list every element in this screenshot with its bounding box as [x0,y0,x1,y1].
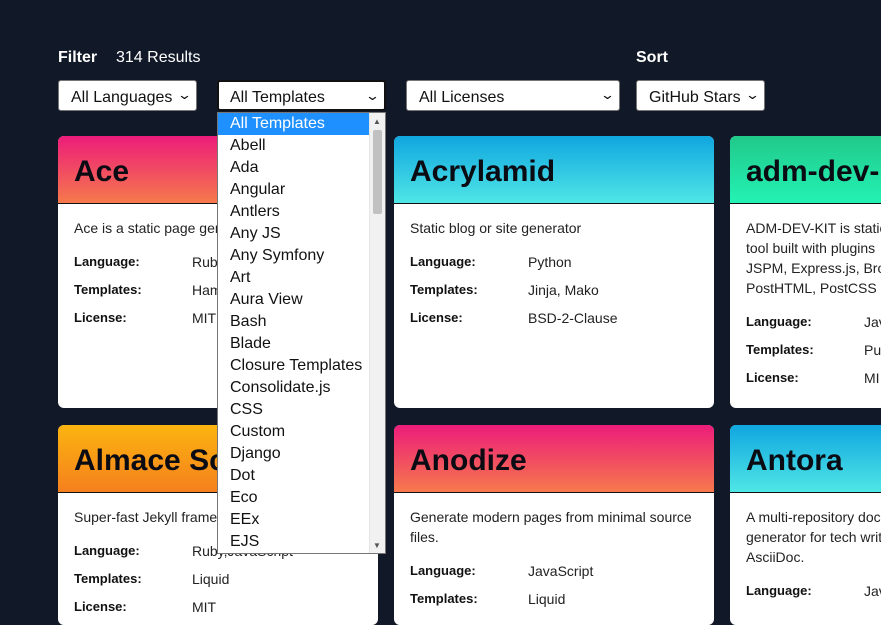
templates-label: Templates: [410,282,478,297]
language-label: Language: [74,543,140,558]
chevron-down-icon: ⌄ [364,88,381,103]
dropdown-option[interactable]: Eco [218,487,385,509]
card-antora[interactable]: Antora A multi-repository doc generator … [730,425,881,625]
chevron-down-icon: ⌄ [744,87,761,102]
sort-select[interactable]: GitHub Stars ⌄ [636,80,765,111]
chevron-down-icon: ⌄ [176,87,193,102]
scroll-down-icon[interactable]: ▼ [373,541,381,550]
license-label: License: [74,599,127,614]
licenses-select[interactable]: All Licenses ⌄ [406,80,620,111]
language-value: Rub [192,254,218,270]
license-value: BSD-2-Clause [528,310,618,326]
templates-value: Pu [864,342,881,358]
card-title: Anodize [394,425,714,493]
card-acrylamid[interactable]: Acrylamid Static blog or site generator … [394,136,714,408]
dropdown-option[interactable]: Abell [218,135,385,157]
dropdown-option[interactable]: Antlers [218,201,385,223]
license-value: MIT [192,310,217,326]
license-value: MI [864,370,880,386]
templates-label: Templates: [746,342,814,357]
card-anodize[interactable]: Anodize Generate modern pages from minim… [394,425,714,625]
dropdown-option[interactable]: Django [218,443,385,465]
templates-value: Jinja, Mako [528,282,599,298]
dropdown-option[interactable]: Closure Templates [218,355,385,377]
scrollbar-thumb[interactable] [373,130,382,214]
dropdown-scrollbar[interactable]: ▲ ▼ [369,113,385,553]
language-select[interactable]: All Languages ⌄ [58,80,197,111]
card-adm-dev-kit[interactable]: adm-dev- ADM-DEV-KIT is static tool buil… [730,136,881,408]
card-description: Static blog or site generator [410,220,582,236]
results-count: 314 Results [116,49,201,66]
sort-select-value: GitHub Stars [649,89,741,106]
dropdown-option[interactable]: CSS [218,399,385,421]
card-description: A multi-repository doc generator for tec… [746,509,881,565]
scroll-up-icon[interactable]: ▲ [373,117,381,126]
license-label: License: [746,370,799,385]
dropdown-option[interactable]: EJS [218,531,385,553]
language-label: Language: [746,583,812,598]
license-value: MIT [192,599,217,615]
dropdown-option[interactable]: Angular [218,179,385,201]
card-title: adm-dev- [730,136,881,204]
dropdown-option[interactable]: EEx [218,509,385,531]
card-title: Acrylamid [394,136,714,204]
language-value: JavaScript [528,563,594,579]
language-select-value: All Languages [71,89,173,106]
dropdown-option[interactable]: All Templates [218,113,385,135]
dropdown-option[interactable]: Custom [218,421,385,443]
dropdown-option[interactable]: Ada [218,157,385,179]
dropdown-option[interactable]: Art [218,267,385,289]
language-value: Python [528,254,572,270]
dropdown-option[interactable]: Any Symfony [218,245,385,267]
dropdown-option[interactable]: Bash [218,311,385,333]
templates-label: Templates: [410,591,478,606]
license-label: License: [410,310,463,325]
sort-label: Sort [636,49,668,66]
language-label: Language: [410,254,476,269]
language-value: Jav [864,583,881,599]
card-title: Antora [730,425,881,493]
dropdown-option[interactable]: Dot [218,465,385,487]
templates-dropdown-list[interactable]: All Templates Abell Ada Angular Antlers Any J… [217,112,386,554]
language-value: Jav [864,314,881,330]
language-label: Language: [410,563,476,578]
dropdown-option[interactable]: Aura View [218,289,385,311]
templates-select-value: All Templates [230,89,325,106]
language-label: Language: [746,314,812,329]
templates-value: Liquid [192,571,230,587]
templates-select[interactable]: All Templates ⌄ [217,80,386,111]
dropdown-option[interactable]: Any JS [218,223,385,245]
card-description: ADM-DEV-KIT is static tool built with pl… [746,220,881,296]
templates-label: Templates: [74,282,142,297]
chevron-down-icon: ⌄ [599,87,616,102]
dropdown-option[interactable]: Blade [218,333,385,355]
language-label: Language: [74,254,140,269]
licenses-select-value: All Licenses [419,89,505,106]
license-label: License: [74,310,127,325]
templates-label: Templates: [74,571,142,586]
card-description: Generate modern pages from minimal sourc… [410,509,692,545]
filter-label: Filter [58,49,98,66]
templates-value: Liquid [528,591,566,607]
dropdown-option[interactable]: Consolidate.js [218,377,385,399]
